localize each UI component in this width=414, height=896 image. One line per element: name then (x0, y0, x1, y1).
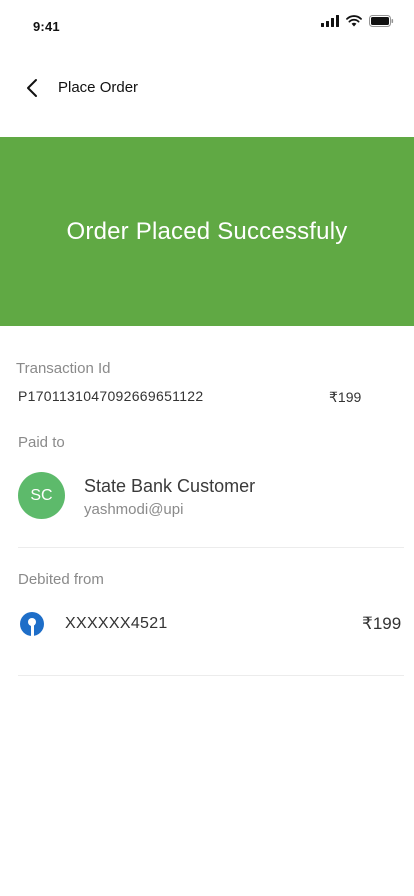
chevron-left-icon (25, 78, 39, 103)
debited-from-label: Debited from (18, 571, 104, 588)
avatar: SC (18, 472, 65, 519)
sbi-logo-icon (20, 612, 44, 636)
account-number: XXXXXX4521 (65, 615, 168, 632)
success-banner: Order Placed Successfuly (0, 137, 414, 326)
paid-to-label: Paid to (18, 434, 65, 451)
back-button[interactable] (18, 76, 46, 104)
payee-upi-id: yashmodi@upi (84, 501, 184, 518)
status-time: 9:41 (33, 19, 60, 34)
divider (18, 547, 404, 548)
signal-icon (321, 14, 339, 32)
payee-name: State Bank Customer (84, 476, 256, 496)
avatar-initials: SC (30, 486, 53, 504)
battery-icon (369, 14, 394, 32)
transaction-id-value: P170113104709266965112​2 (18, 388, 204, 404)
page-title: Place Order (58, 79, 139, 96)
transaction-id-label: Transaction Id (16, 360, 111, 377)
wifi-icon (346, 14, 362, 32)
divider (18, 675, 404, 676)
app-header: Place Order (0, 70, 414, 108)
success-message: Order Placed Successfuly (66, 217, 348, 245)
debit-amount: ₹199 (362, 614, 402, 633)
status-icons (321, 14, 394, 32)
status-bar: 9:41 (0, 0, 414, 50)
transaction-amount: ₹199 (329, 389, 362, 405)
